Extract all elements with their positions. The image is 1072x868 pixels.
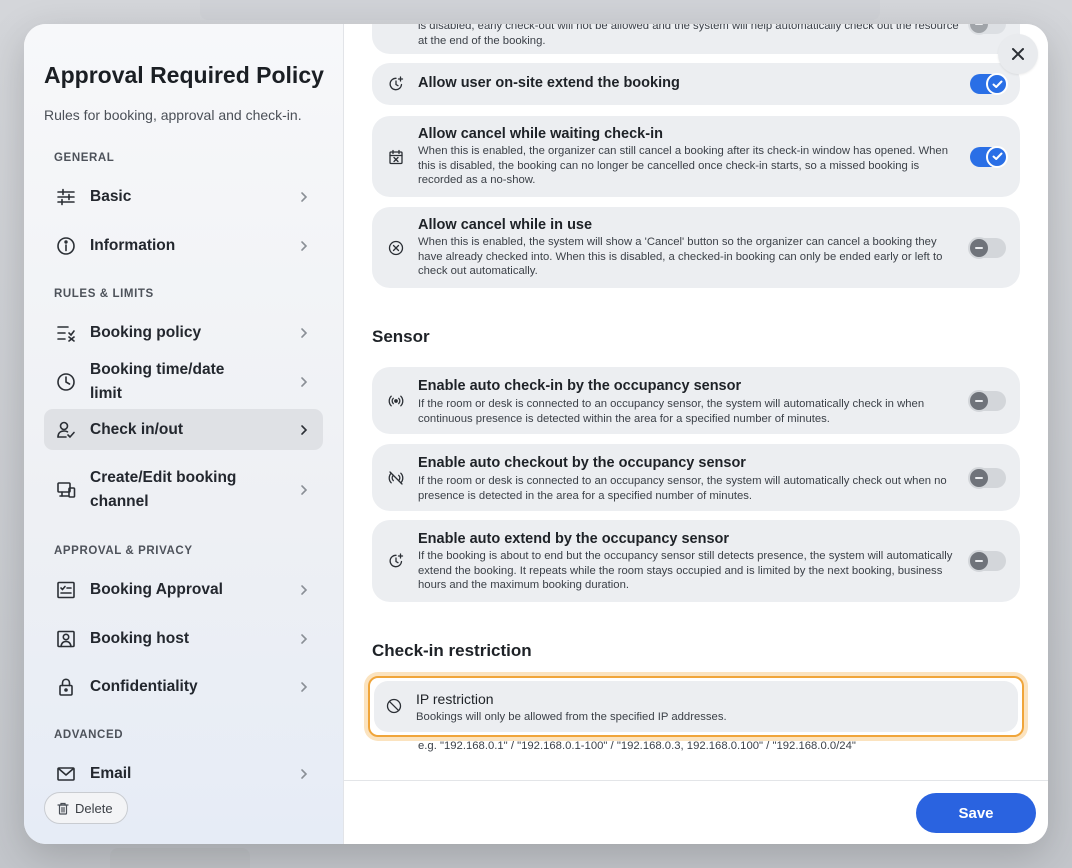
sidebar-item-basic[interactable]: Basic [44, 176, 323, 217]
chevron-right-icon [299, 767, 309, 781]
section-rules-limits: RULES & LIMITS [54, 288, 154, 300]
auto-extend-sensor-toggle[interactable] [968, 550, 1006, 572]
setting-title: Allow user on-site extend the booking [418, 75, 680, 91]
sidebar-item-label: Email [90, 764, 132, 782]
save-button[interactable]: Save [916, 793, 1036, 833]
user-check-icon [56, 420, 76, 440]
approval-icon [56, 580, 76, 600]
setting-title: Enable auto check-in by the occupancy se… [418, 378, 742, 394]
setting-title: Enable auto checkout by the occupancy se… [418, 455, 746, 471]
sidebar-item-booking-channel[interactable]: Create/Edit booking channel [44, 458, 323, 522]
sidebar-item-label: Booking Approval [90, 580, 223, 598]
close-icon [1012, 48, 1024, 60]
sidebar-item-label: Check in/out [90, 420, 184, 438]
info-icon [56, 236, 76, 256]
circle-x-icon [388, 240, 404, 256]
delete-label: Delete [75, 800, 113, 816]
sensor-broadcast-icon [388, 393, 404, 409]
setting-card-auto-checkout-sensor: Enable auto checkout by the occupancy se… [372, 444, 1020, 511]
setting-card-auto-extend-sensor: Enable auto extend by the occupancy sens… [372, 520, 1020, 602]
lock-icon [56, 677, 76, 697]
chevron-right-icon [299, 483, 309, 497]
ip-restriction-card[interactable]: IP restriction Bookings will only be all… [374, 681, 1018, 732]
sidebar-item-label: Booking host [90, 629, 190, 647]
setting-toggle[interactable] [968, 24, 1006, 35]
setting-description: If the booking is about to end but the o… [418, 550, 953, 592]
policy-modal: Approval Required Policy Rules for booki… [24, 24, 1048, 844]
modal-title: Approval Required Policy [44, 62, 324, 88]
onsite-extend-toggle[interactable] [970, 73, 1008, 95]
sidebar: Approval Required Policy Rules for booki… [24, 24, 344, 844]
clock-plus-icon [388, 76, 404, 92]
sliders-icon [56, 187, 76, 207]
chevron-right-icon [299, 375, 309, 389]
sidebar-item-label: Confidentiality [90, 677, 198, 695]
calendar-x-icon [388, 149, 404, 165]
chevron-right-icon [299, 190, 309, 204]
delete-button[interactable]: Delete [44, 792, 128, 824]
modal-subtitle: Rules for booking, approval and check-in… [44, 107, 302, 123]
setting-title: Enable auto extend by the occupancy sens… [418, 531, 730, 547]
setting-title: Allow cancel while in use [418, 217, 593, 233]
auto-checkout-sensor-toggle[interactable] [968, 466, 1006, 489]
background-element [110, 848, 250, 868]
setting-description: If the room or desk is connected to an o… [418, 475, 947, 502]
background-search-bar [200, 0, 880, 20]
sidebar-item-label: Booking time/date limit [90, 360, 225, 402]
sidebar-item-booking-approval[interactable]: Booking Approval [44, 569, 323, 610]
cancel-in-use-toggle[interactable] [968, 236, 1006, 259]
chevron-right-icon [299, 632, 309, 646]
sidebar-item-label: Basic [90, 187, 132, 205]
ip-restriction-title: IP restriction [416, 691, 494, 707]
modal-footer: Save [344, 780, 1048, 844]
list-check-icon [56, 323, 76, 343]
clock-icon [56, 372, 76, 392]
ip-example-hint: e.g. "192.168.0.1" / "192.168.0.1-100" /… [418, 740, 856, 752]
section-general: GENERAL [54, 152, 115, 164]
setting-card-partial: is disabled, early check-out will not be… [372, 24, 1020, 54]
sidebar-item-booking-time-limit[interactable]: Booking time/date limit [44, 361, 323, 402]
setting-description: is disabled, early check-out will not be… [418, 24, 959, 47]
devices-icon [56, 480, 76, 500]
sidebar-item-confidentiality[interactable]: Confidentiality [44, 666, 323, 707]
clock-plus-icon [388, 553, 404, 569]
setting-card-auto-checkin-sensor: Enable auto check-in by the occupancy se… [372, 367, 1020, 434]
mail-icon [56, 764, 76, 784]
sidebar-item-label: Information [90, 236, 176, 254]
sensor-heading: Sensor [372, 327, 430, 346]
sidebar-item-label: Booking policy [90, 323, 202, 341]
sidebar-item-label: Create/Edit booking channel [90, 469, 237, 510]
sidebar-item-email[interactable]: Email [44, 753, 323, 794]
section-advanced: ADVANCED [54, 729, 124, 741]
chevron-right-icon [299, 583, 309, 597]
sensor-off-icon [388, 470, 404, 486]
setting-card-onsite-extend: Allow user on-site extend the booking [372, 63, 1020, 105]
sidebar-item-information[interactable]: Information [44, 225, 323, 266]
sidebar-item-check-in-out[interactable]: Check in/out [44, 409, 323, 450]
setting-description: If the room or desk is connected to an o… [418, 398, 925, 425]
trash-icon [57, 802, 69, 815]
cancel-waiting-checkin-toggle[interactable] [970, 145, 1008, 168]
chevron-right-icon [299, 680, 309, 694]
host-icon [56, 629, 76, 649]
setting-card-cancel-waiting-checkin: Allow cancel while waiting check-in When… [372, 116, 1020, 197]
chevron-right-icon [299, 326, 309, 340]
setting-card-cancel-in-use: Allow cancel while in use When this is e… [372, 207, 1020, 288]
checkin-restriction-heading: Check-in restriction [372, 641, 532, 660]
setting-description: When this is enabled, the system will sh… [418, 236, 943, 278]
ip-restriction-highlight: IP restriction Bookings will only be all… [368, 676, 1024, 737]
ban-icon [386, 698, 402, 714]
setting-title: Allow cancel while waiting check-in [418, 126, 663, 142]
section-approval-privacy: APPROVAL & PRIVACY [54, 545, 193, 557]
chevron-right-icon [299, 239, 309, 253]
setting-description: When this is enabled, the organizer can … [418, 145, 948, 187]
sidebar-item-booking-host[interactable]: Booking host [44, 618, 323, 659]
ip-restriction-description: Bookings will only be allowed from the s… [416, 711, 727, 723]
chevron-right-icon [299, 423, 309, 437]
close-button[interactable] [998, 34, 1038, 74]
sidebar-item-booking-policy[interactable]: Booking policy [44, 312, 323, 353]
main-content: is disabled, early check-out will not be… [344, 24, 1048, 780]
auto-checkin-sensor-toggle[interactable] [968, 389, 1006, 412]
